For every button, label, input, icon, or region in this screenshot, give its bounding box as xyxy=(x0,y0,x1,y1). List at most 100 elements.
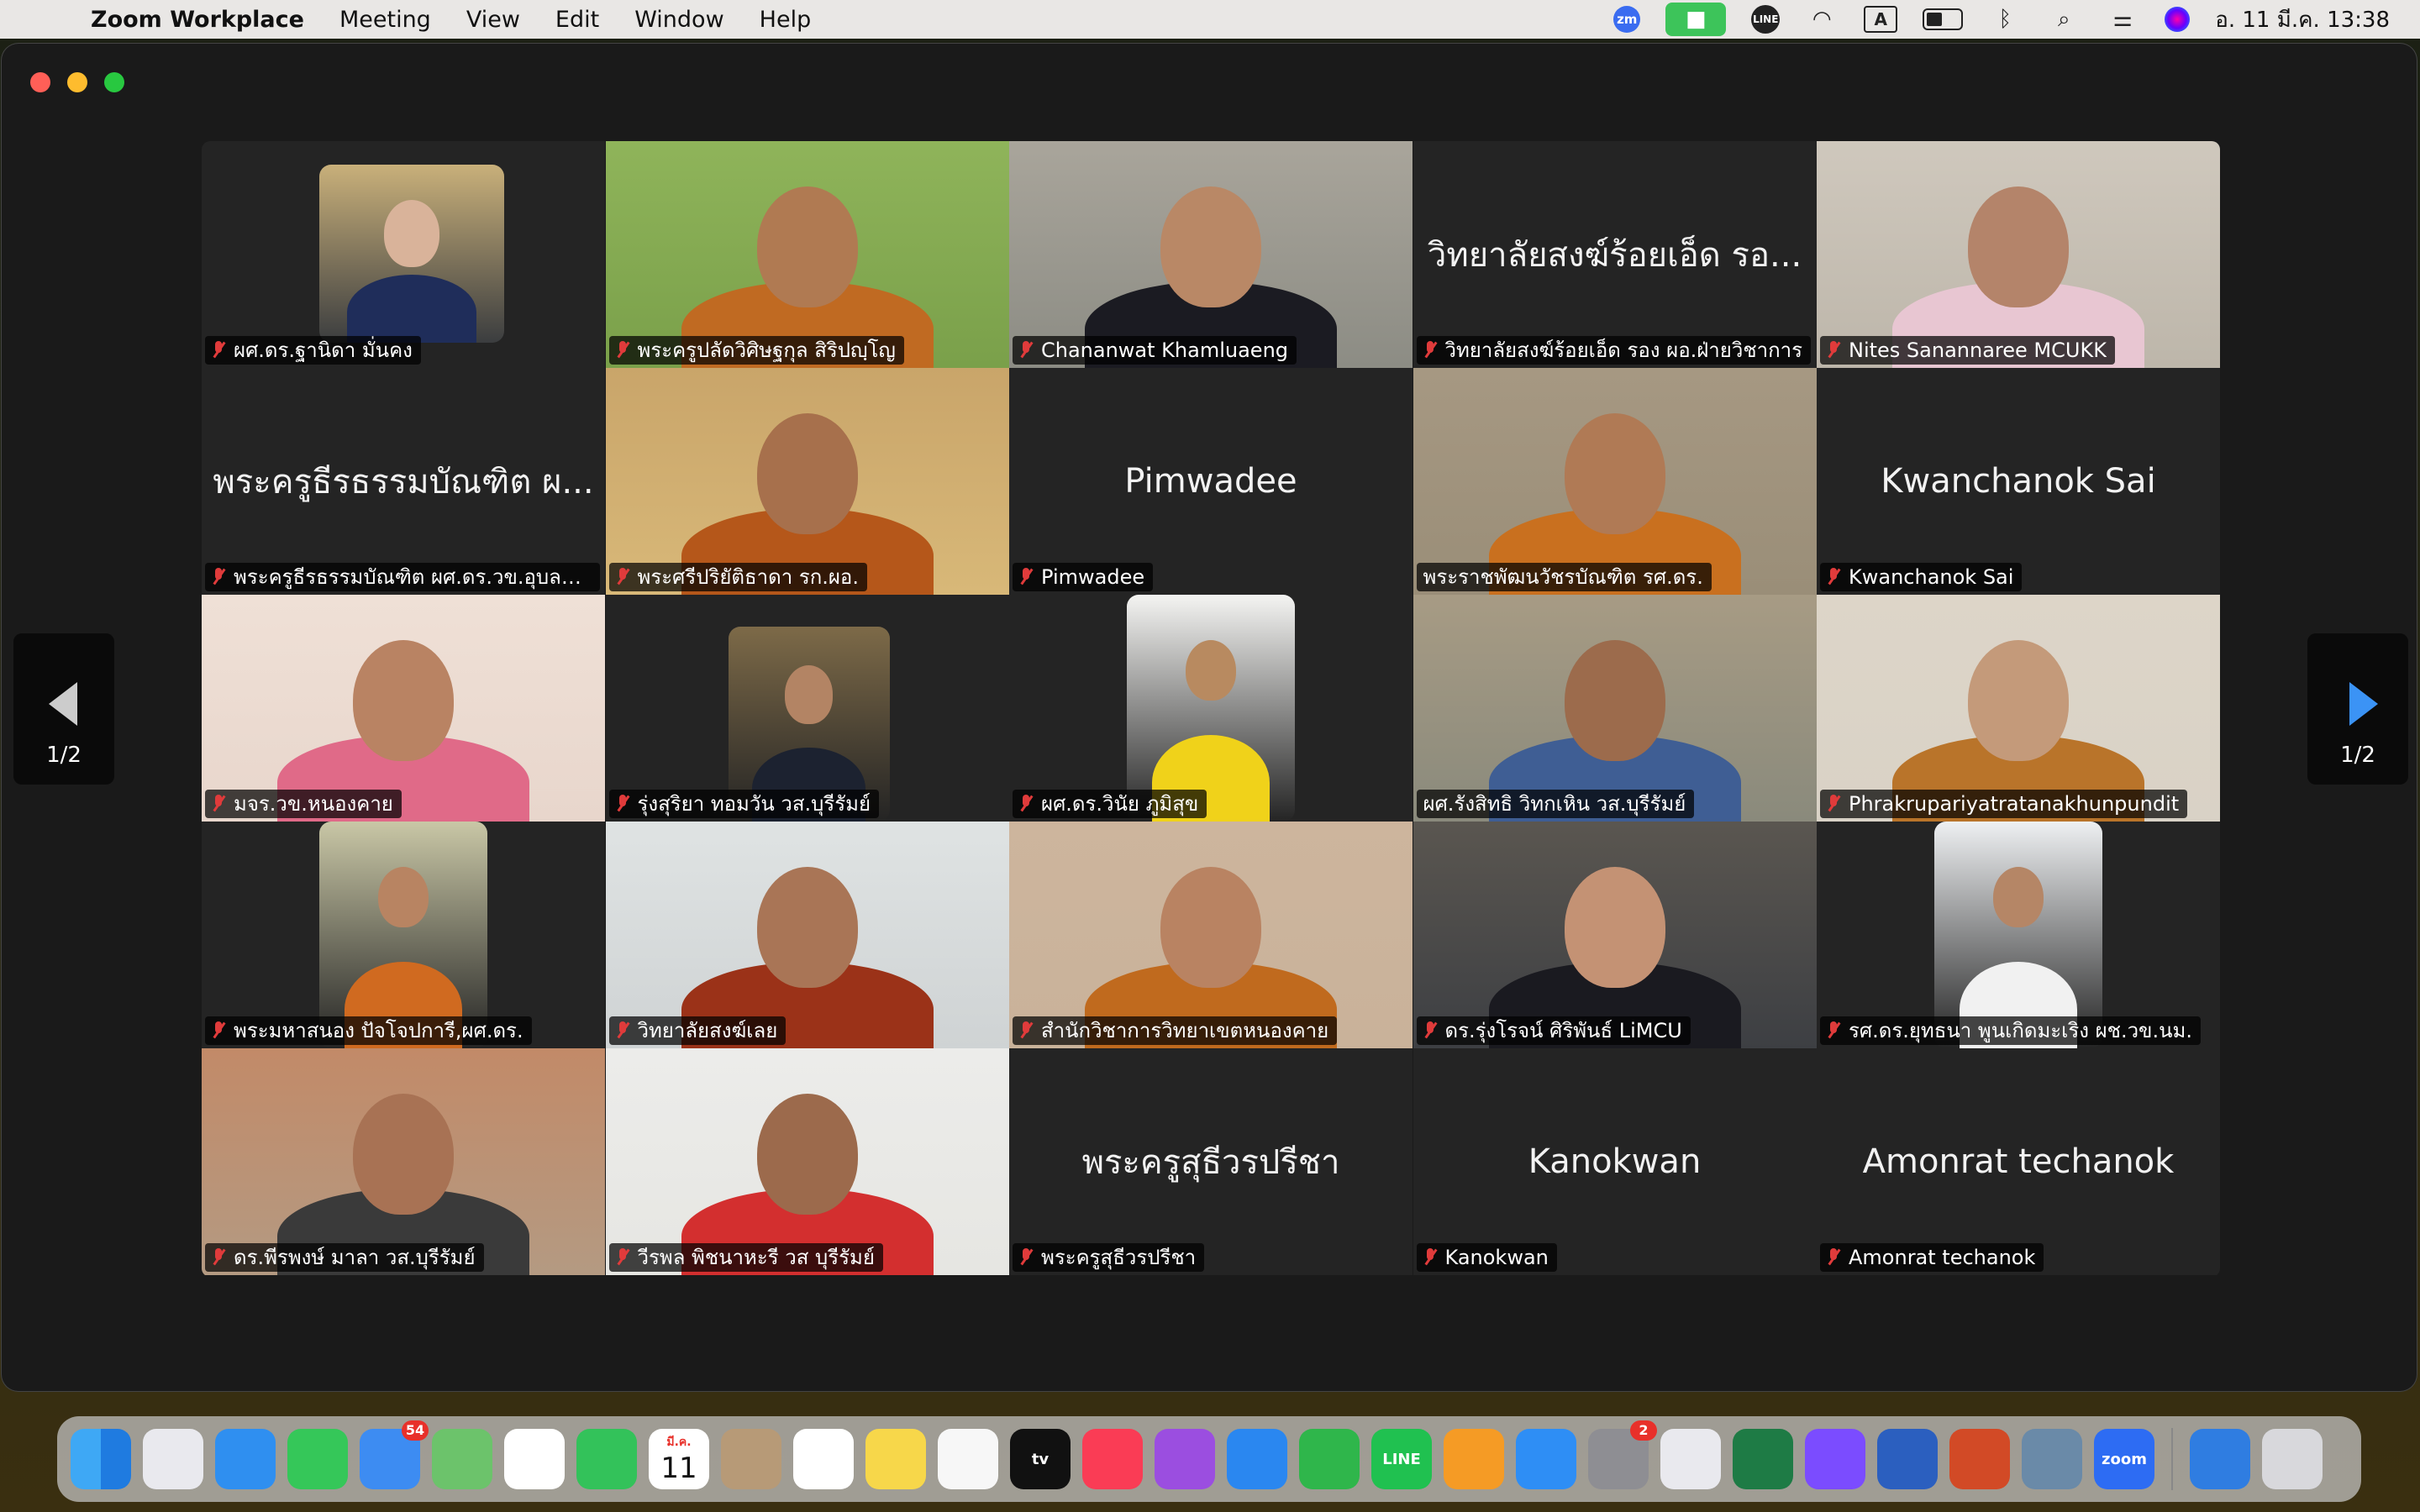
minimize-window-button[interactable] xyxy=(67,72,87,92)
app-store-icon[interactable] xyxy=(1516,1429,1576,1489)
close-window-button[interactable] xyxy=(30,72,50,92)
muted-mic-icon xyxy=(1827,568,1840,586)
image-capture-icon[interactable] xyxy=(2022,1429,2082,1489)
camera-in-use-icon[interactable]: ■ xyxy=(1665,3,1727,36)
participant-video xyxy=(202,595,605,822)
finder-icon[interactable] xyxy=(71,1429,131,1489)
app-menu[interactable]: Zoom Workplace xyxy=(91,7,304,33)
numbers-icon[interactable] xyxy=(1299,1429,1360,1489)
participant-tile[interactable]: พระศรีปริยัติธาดา รก.ผอ. xyxy=(605,368,1009,595)
participant-tile[interactable]: Kwanchanok Sai Kwanchanok Sai xyxy=(1817,368,2220,595)
pages-icon[interactable] xyxy=(1444,1429,1504,1489)
apple-menu-icon[interactable] xyxy=(32,5,57,34)
participant-tile[interactable]: ดร.พีรพงษ์ มาลา วส.บุรีรัมย์ xyxy=(202,1048,605,1275)
participant-tile[interactable]: Chananwat Khamluaeng xyxy=(1009,141,1413,368)
wifi-icon[interactable]: ◠ xyxy=(1805,7,1839,32)
bluetooth-icon[interactable]: ᛒ xyxy=(1988,7,2022,32)
participant-tile[interactable]: พระครูสุธีวรปรีชา พระครูสุธีวรปรีชา xyxy=(1009,1048,1413,1275)
participant-tile[interactable]: Nites Sanannaree MCUKK xyxy=(1817,141,2220,368)
input-source-icon[interactable]: A xyxy=(1864,6,1898,33)
previous-page-button[interactable]: 1/2 xyxy=(13,633,114,785)
battery-icon[interactable] xyxy=(1923,8,1964,30)
menu-view[interactable]: View xyxy=(466,7,520,33)
photos-icon[interactable] xyxy=(504,1429,565,1489)
zoom-icon[interactable]: zoom xyxy=(2094,1429,2154,1489)
participant-tile[interactable]: พระราชพัฒนวัชรบัณฑิต รศ.ดร. xyxy=(1413,368,1817,595)
muted-mic-icon xyxy=(1423,1248,1437,1267)
participant-tile[interactable]: Phrakrupariyatratanakhunpundit xyxy=(1817,595,2220,822)
participant-tile[interactable]: รศ.ดร.ยุทธนา พูนเกิดมะเริง ผช.วข.นม. xyxy=(1817,822,2220,1048)
participant-tile[interactable]: สำนักวิชาการวิทยาเขตหนองคาย xyxy=(1009,822,1413,1048)
system-settings-icon[interactable]: 2 xyxy=(1588,1420,1657,1489)
participant-tile[interactable]: Pimwadee Pimwadee xyxy=(1009,368,1413,595)
trash-icon[interactable] xyxy=(2262,1429,2323,1489)
reminders-icon[interactable] xyxy=(793,1429,854,1489)
music-icon[interactable] xyxy=(1082,1429,1143,1489)
contacts-icon[interactable] xyxy=(721,1429,781,1489)
safari-icon[interactable] xyxy=(215,1429,276,1489)
participant-tile[interactable]: ผศ.รังสิทธิ วิทกเหิน วส.บุรีรัมย์ xyxy=(1413,595,1817,822)
participant-name: พระครูสุธีวรปรีชา xyxy=(1041,1246,1197,1269)
participant-tile[interactable]: พระครูปลัดวิศิษฐกุล สิริปญฺโญ xyxy=(605,141,1009,368)
tv-icon[interactable]: tv xyxy=(1010,1429,1071,1489)
line-icon[interactable]: LINE xyxy=(1371,1429,1432,1489)
line-icon[interactable]: LINE xyxy=(1751,5,1781,34)
downloads-icon[interactable] xyxy=(2190,1429,2250,1489)
participant-name: Kanokwan xyxy=(1444,1246,1549,1269)
participant-tile[interactable]: พระมหาสนอง ปัจโจปการี,ผศ.ดร. xyxy=(202,822,605,1048)
participant-tile[interactable]: ผศ.ดร.ฐานิดา มั่นคง xyxy=(202,141,605,368)
muted-mic-icon xyxy=(1019,795,1033,813)
messages-icon[interactable] xyxy=(287,1429,348,1489)
participant-tile[interactable]: วีรพล พิชนาหะรี วส บุรีรัมย์ xyxy=(605,1048,1009,1275)
participant-tile[interactable]: มจร.วข.หนองคาย xyxy=(202,595,605,822)
zoom-label: zoom xyxy=(2102,1450,2147,1468)
siri-icon[interactable] xyxy=(2165,7,2191,32)
person-head xyxy=(784,665,834,724)
powerpoint-icon[interactable] xyxy=(1949,1429,2010,1489)
preview-icon[interactable] xyxy=(1660,1429,1721,1489)
participant-name-tag: รุ่งสุริยา ทอมวัน วส.บุรีรัมย์ xyxy=(608,790,880,818)
muted-mic-icon xyxy=(212,341,225,360)
participant-tile[interactable]: ดร.รุ่งโรจน์ ศิริพันธ์ LiMCU xyxy=(1413,822,1817,1048)
participant-tile[interactable]: Amonrat techanok Amonrat techanok xyxy=(1817,1048,2220,1275)
participant-tile[interactable]: ผศ.ดร.วินัย ภูมิสุข xyxy=(1009,595,1413,822)
zoom-meeting-window: ผศ.ดร.ฐานิดา มั่นคง พระครูปลัดวิศิษฐกุล ส… xyxy=(2,44,2417,1391)
next-page-button[interactable]: 1/2 xyxy=(2307,633,2408,785)
fullscreen-window-button[interactable] xyxy=(104,72,124,92)
zoom-status-icon[interactable]: zm xyxy=(1613,6,1641,33)
participant-name: Phrakrupariyatratanakhunpundit xyxy=(1849,792,2180,816)
excel-icon[interactable] xyxy=(1733,1429,1793,1489)
participant-name: ดร.พีรพงษ์ มาลา วส.บุรีรัมย์ xyxy=(234,1246,476,1269)
maps-icon[interactable] xyxy=(432,1429,492,1489)
person-head xyxy=(756,1094,858,1215)
podcasts-icon[interactable] xyxy=(1155,1429,1215,1489)
menu-edit[interactable]: Edit xyxy=(555,7,599,33)
participant-video xyxy=(1127,595,1295,822)
participant-tile[interactable]: Kanokwan Kanokwan xyxy=(1413,1048,1817,1275)
participant-tile[interactable]: รุ่งสุริยา ทอมวัน วส.บุรีรัมย์ xyxy=(605,595,1009,822)
menubar-clock[interactable]: อ. 11 มี.ค. 13:38 xyxy=(2215,3,2390,37)
freeform-icon[interactable] xyxy=(938,1429,998,1489)
facetime-icon[interactable] xyxy=(576,1429,637,1489)
menu-window[interactable]: Window xyxy=(634,7,723,33)
spotlight-icon[interactable]: ⌕ xyxy=(2047,7,2081,32)
participant-tile[interactable]: วิทยาลัยสงฆ์ร้อยเอ็ด รอ... วิทยาลัยสงฆ์ร้… xyxy=(1413,141,1817,368)
menu-meeting[interactable]: Meeting xyxy=(339,7,431,33)
launchpad-icon[interactable] xyxy=(143,1429,203,1489)
word-icon[interactable] xyxy=(1877,1429,1938,1489)
mail-icon[interactable]: 54 xyxy=(360,1420,429,1489)
keynote-icon[interactable] xyxy=(1227,1429,1287,1489)
participant-display-name: วิทยาลัยสงฆ์ร้อยเอ็ด รอ... xyxy=(1427,236,1802,275)
participant-video xyxy=(1817,141,2220,368)
control-center-icon[interactable]: ⚌ xyxy=(2106,7,2139,32)
calendar-icon[interactable]: มี.ค. 11 xyxy=(649,1429,709,1489)
messenger-icon[interactable] xyxy=(1805,1429,1865,1489)
participant-video xyxy=(1413,368,1817,595)
menu-help[interactable]: Help xyxy=(760,7,812,33)
participant-video xyxy=(319,165,504,343)
participant-tile[interactable]: วิทยาลัยสงฆ์เลย xyxy=(605,822,1009,1048)
participant-tile[interactable]: พระครูธีรธรรมบัณฑิต ผ... พระครูธีรธรรมบัณ… xyxy=(202,368,605,595)
participant-name: พระศรีปริยัติธาดา รก.ผอ. xyxy=(637,565,859,589)
muted-mic-icon xyxy=(616,341,629,360)
notes-icon[interactable] xyxy=(865,1429,926,1489)
